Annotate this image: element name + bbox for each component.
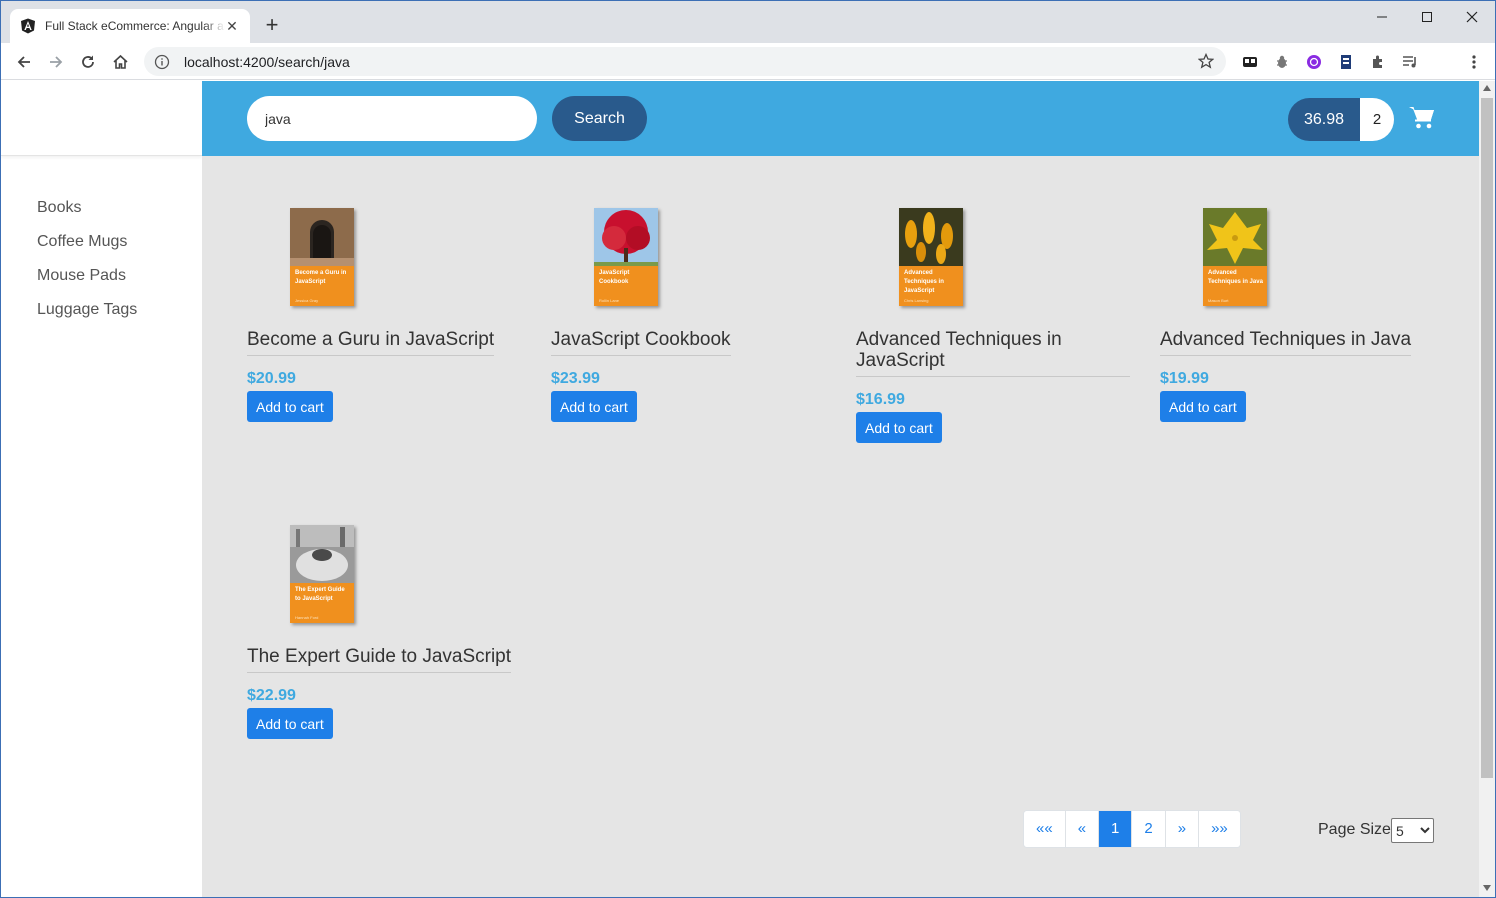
product-list-area: Become a Guru in JavaScript Jessica Gray… xyxy=(202,156,1479,897)
extension-bug-icon[interactable] xyxy=(1273,53,1291,71)
back-icon[interactable] xyxy=(11,49,37,75)
scroll-down-icon[interactable] xyxy=(1483,885,1491,891)
scroll-up-icon[interactable] xyxy=(1483,85,1491,91)
cover-title: The Expert Guide to JavaScript xyxy=(295,587,345,602)
cover-author: Jessica Gray xyxy=(295,298,319,303)
page-size-select[interactable]: 5 xyxy=(1391,818,1434,843)
add-to-cart-button[interactable]: Add to cart xyxy=(1160,391,1246,422)
product-price: $23.99 xyxy=(551,370,600,387)
bookmark-star-icon[interactable] xyxy=(1198,53,1214,69)
forward-icon[interactable] xyxy=(43,49,69,75)
product-image[interactable]: The Expert Guide to JavaScript Hannah Fo… xyxy=(290,525,354,623)
category-sidebar: Books Coffee Mugs Mouse Pads Luggage Tag… xyxy=(1,81,202,897)
category-item-luggage-tags[interactable]: Luggage Tags xyxy=(37,300,137,334)
web-page: Books Coffee Mugs Mouse Pads Luggage Tag… xyxy=(1,81,1479,897)
add-to-cart-button[interactable]: Add to cart xyxy=(247,708,333,739)
tab-title: Full Stack eCommerce: Angular and Spring… xyxy=(45,19,225,33)
category-item-books[interactable]: Books xyxy=(37,198,137,232)
cover-author: Rollin Lane xyxy=(599,298,620,303)
extensions-puzzle-icon[interactable] xyxy=(1369,53,1387,71)
cover-title: Advanced Techniques in Java xyxy=(1208,270,1263,285)
tab-strip: Full Stack eCommerce: Angular and Spring… xyxy=(1,1,1495,43)
browser-menu-icon[interactable] xyxy=(1465,53,1483,71)
cover-art-bw-statue xyxy=(290,525,354,583)
new-tab-button[interactable]: + xyxy=(259,13,285,39)
cover-title: Become a Guru in JavaScript xyxy=(295,270,347,285)
media-queue-icon[interactable] xyxy=(1401,53,1419,71)
product-price: $16.99 xyxy=(856,391,905,408)
category-item-mouse-pads[interactable]: Mouse Pads xyxy=(37,266,137,300)
pagination-page-2[interactable]: 2 xyxy=(1132,811,1166,847)
pagination-last[interactable]: »» xyxy=(1199,811,1240,847)
extension-circle-icon[interactable] xyxy=(1305,53,1323,71)
address-bar[interactable]: localhost:4200/search/java xyxy=(144,47,1226,76)
pagination-first[interactable]: «« xyxy=(1024,811,1066,847)
cover-author: Chris Lansing xyxy=(904,298,929,303)
cover-title: Advanced Techniques in JavaScript xyxy=(904,270,944,294)
add-to-cart-button[interactable]: Add to cart xyxy=(551,391,637,422)
cover-art-archway xyxy=(290,208,354,266)
browser-tab[interactable]: Full Stack eCommerce: Angular and Spring… xyxy=(10,9,250,43)
product-card: Advanced Techniques in Java Mason Burt A… xyxy=(1160,208,1412,422)
cover-author: Mason Burt xyxy=(1208,298,1229,303)
cover-art-red-tree xyxy=(594,208,658,266)
page-scrollbar[interactable] xyxy=(1479,81,1495,897)
tab-close-icon[interactable]: ✕ xyxy=(224,18,240,34)
product-image[interactable]: JavaScript Cookbook Rollin Lane xyxy=(594,208,658,306)
cover-art-yellow-flowers xyxy=(899,208,963,266)
product-card: Advanced Techniques in JavaScript Chris … xyxy=(856,208,1130,443)
extension-glasses-icon[interactable] xyxy=(1241,53,1259,71)
home-icon[interactable] xyxy=(107,49,133,75)
add-to-cart-button[interactable]: Add to cart xyxy=(247,391,333,422)
browser-toolbar: localhost:4200/search/java xyxy=(1,43,1495,80)
url-text: localhost:4200/search/java xyxy=(184,53,350,70)
product-card: JavaScript Cookbook Rollin Lane JavaScri… xyxy=(551,208,731,422)
add-to-cart-button[interactable]: Add to cart xyxy=(856,412,942,443)
pagination: «« « 1 2 » »» xyxy=(1023,810,1241,848)
pagination-previous[interactable]: « xyxy=(1065,811,1100,847)
angular-favicon-icon xyxy=(21,18,35,34)
category-menu: Books Coffee Mugs Mouse Pads Luggage Tag… xyxy=(37,198,137,334)
page-size-label: Page Size xyxy=(1318,821,1391,838)
product-price: $22.99 xyxy=(247,687,296,704)
product-card: The Expert Guide to JavaScript Hannah Fo… xyxy=(247,525,512,739)
product-name[interactable]: Become a Guru in JavaScript xyxy=(247,329,495,356)
close-window-icon[interactable] xyxy=(1449,1,1495,33)
product-name[interactable]: JavaScript Cookbook xyxy=(551,329,731,356)
search-button[interactable]: Search xyxy=(552,96,647,141)
product-image[interactable]: Advanced Techniques in JavaScript Chris … xyxy=(899,208,963,306)
maximize-icon[interactable] xyxy=(1404,1,1450,33)
product-price: $20.99 xyxy=(247,370,296,387)
product-image[interactable]: Become a Guru in JavaScript Jessica Gray xyxy=(290,208,354,306)
shopping-cart-icon[interactable] xyxy=(1409,105,1435,129)
cart-total-price: 36.98 xyxy=(1288,98,1360,141)
browser-window: Full Stack eCommerce: Angular and Spring… xyxy=(0,0,1496,898)
cart-quantity: 2 xyxy=(1360,98,1394,141)
product-name[interactable]: Advanced Techniques in Java xyxy=(1160,329,1412,356)
product-name[interactable]: The Expert Guide to JavaScript xyxy=(247,646,512,673)
pagination-next[interactable]: » xyxy=(1165,811,1200,847)
store-header: Search 36.98 2 xyxy=(202,81,1479,156)
product-name[interactable]: Advanced Techniques in JavaScript xyxy=(856,329,1130,377)
category-item-coffee-mugs[interactable]: Coffee Mugs xyxy=(37,232,137,266)
minimize-icon[interactable] xyxy=(1359,1,1405,33)
cover-art-yellow-leaves xyxy=(1203,208,1267,266)
cover-author: Hannah Ford xyxy=(295,615,319,620)
reload-icon[interactable] xyxy=(75,49,101,75)
search-input[interactable] xyxy=(247,96,537,141)
scroll-thumb[interactable] xyxy=(1481,98,1493,778)
product-image[interactable]: Advanced Techniques in Java Mason Burt xyxy=(1203,208,1267,306)
product-card: Become a Guru in JavaScript Jessica Gray… xyxy=(247,208,495,422)
cover-title: JavaScript Cookbook xyxy=(599,270,630,285)
info-icon[interactable] xyxy=(154,54,170,70)
sidebar-brand-area xyxy=(1,81,202,156)
pagination-page-1[interactable]: 1 xyxy=(1099,811,1133,847)
product-price: $19.99 xyxy=(1160,370,1209,387)
extension-doc-icon[interactable] xyxy=(1337,53,1355,71)
